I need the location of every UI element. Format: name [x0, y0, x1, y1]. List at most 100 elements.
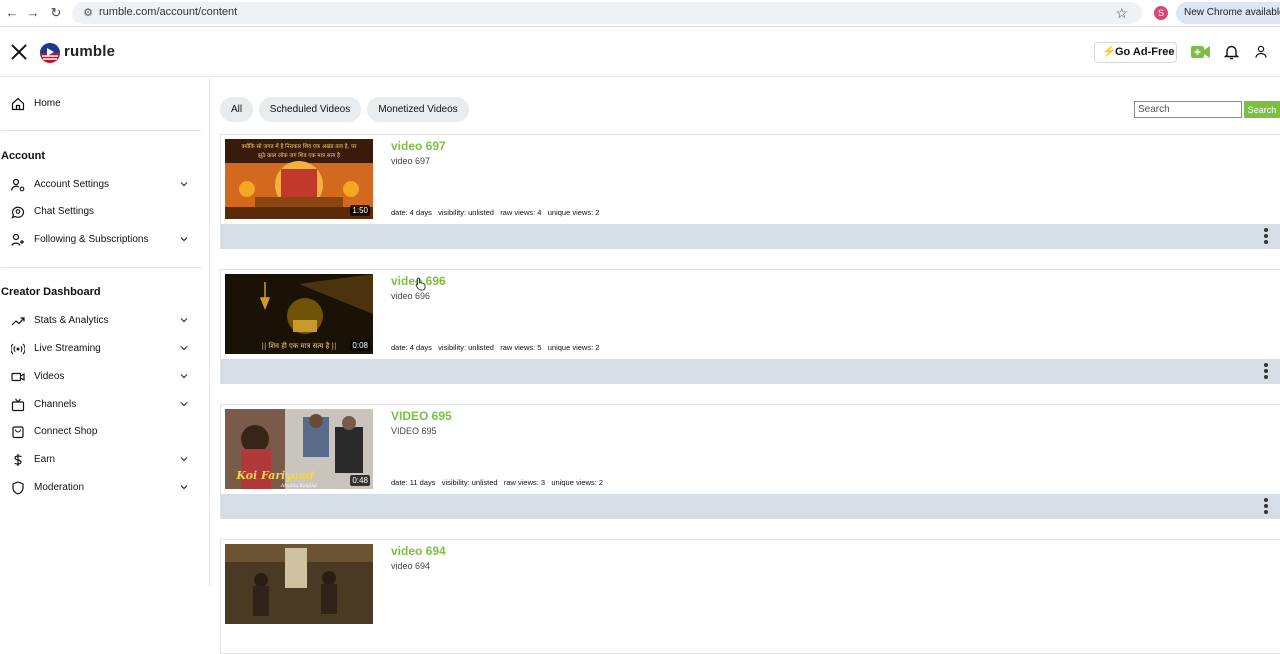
sidebar-item-connect-shop[interactable]: Connect Shop	[0, 422, 200, 442]
filter-monetized-button[interactable]: Monetized Videos	[367, 97, 469, 122]
video-duration: 1:50	[350, 205, 370, 216]
more-options-icon[interactable]	[1263, 498, 1269, 516]
video-actions-bar	[221, 494, 1280, 519]
video-description: VIDEO 695	[391, 426, 437, 436]
trending-icon	[11, 317, 25, 326]
sidebar-item-label: Home	[34, 98, 61, 109]
chevron-down-icon[interactable]	[178, 314, 190, 326]
sidebar-item-live-streaming[interactable]: Live Streaming	[0, 339, 200, 359]
site-header: rumble ⚡ Go Ad-Free	[0, 28, 1280, 77]
more-options-icon[interactable]	[1263, 363, 1269, 381]
sidebar-item-label: Chat Settings	[34, 206, 95, 217]
site-settings-icon[interactable]: ⚙	[81, 6, 95, 20]
video-title-link[interactable]: video 697	[391, 139, 446, 153]
chevron-down-icon[interactable]	[178, 453, 190, 465]
forward-icon[interactable]: →	[25, 5, 41, 21]
lightning-icon: ⚡	[1102, 46, 1116, 58]
chrome-update-button[interactable]: New Chrome available	[1176, 2, 1280, 24]
video-actions-bar	[221, 359, 1280, 384]
close-icon[interactable]	[11, 44, 27, 60]
shield-icon	[12, 481, 24, 495]
notifications-bell-icon[interactable]	[1224, 44, 1239, 60]
sidebar-item-label: Account Settings	[34, 179, 110, 190]
thumbnail-caption: Koi Fariyaad	[235, 469, 314, 482]
user-settings-icon	[11, 178, 25, 192]
thumbnail-credit: Arunita Kanjilal	[280, 483, 317, 489]
sidebar-item-label: Following & Subscriptions	[34, 234, 149, 245]
chevron-down-icon[interactable]	[178, 178, 190, 190]
sidebar-item-following-subscriptions[interactable]: Following & Subscriptions	[0, 230, 200, 250]
video-row: क्योंकि सो जगत में है निराकार शिव एक अखं…	[220, 134, 1280, 249]
go-ad-free-label: Go Ad-Free	[1115, 46, 1175, 58]
sidebar-item-home[interactable]: Home	[0, 94, 200, 114]
user-plus-icon	[11, 233, 24, 246]
browser-toolbar: ← → ↻ ⚙ rumble.com/account/content ☆ S N…	[0, 0, 1280, 27]
video-row: video 694 video 694	[220, 539, 1280, 654]
bookmark-star-icon[interactable]: ☆	[1115, 5, 1128, 21]
sidebar-item-earn[interactable]: Earn	[0, 450, 200, 470]
video-duration: 0:08	[350, 340, 370, 351]
video-description: video 697	[391, 156, 431, 166]
video-thumbnail[interactable]: Koi Fariyaad Arunita Kanjilal 0:48	[225, 409, 373, 489]
sidebar-item-label: Connect Shop	[34, 426, 98, 437]
logo-text[interactable]: rumble	[64, 43, 115, 60]
content-area: All Scheduled Videos Monetized Videos Se…	[211, 78, 1280, 654]
shop-icon	[12, 426, 24, 439]
filter-scheduled-button[interactable]: Scheduled Videos	[259, 97, 361, 122]
profile-avatar[interactable]: S	[1154, 6, 1168, 20]
thumbnail-caption-line2: झूठे काल लोक जग शिव एक मात्र सत्य है	[258, 152, 340, 159]
chevron-down-icon[interactable]	[178, 233, 190, 245]
address-bar[interactable]: ⚙ rumble.com/account/content ☆	[72, 2, 1142, 24]
video-row: || शिव ही एक मात्र सत्य है || 0:08 video…	[220, 269, 1280, 384]
sidebar-item-account-settings[interactable]: Account Settings	[0, 175, 200, 195]
chat-settings-icon	[11, 206, 25, 219]
sidebar-item-label: Earn	[34, 454, 56, 465]
video-meta: date: 11 days visibility: unlisted raw v…	[391, 478, 604, 487]
hand-cursor-icon	[415, 277, 426, 291]
video-row: Koi Fariyaad Arunita Kanjilal 0:48 VIDEO…	[220, 404, 1280, 519]
video-thumbnail[interactable]	[225, 544, 373, 624]
chevron-down-icon[interactable]	[178, 342, 190, 354]
sidebar-item-label: Stats & Analytics	[34, 315, 109, 326]
sidebar-item-chat-settings[interactable]: Chat Settings	[0, 202, 200, 222]
account-user-icon[interactable]	[1255, 45, 1267, 58]
thumbnail-image	[225, 544, 373, 624]
sidebar-item-channels[interactable]: Channels	[0, 395, 200, 415]
thumbnail-caption: || शिव ही एक मात्र सत्य है ||	[262, 341, 337, 350]
filter-all-button[interactable]: All	[220, 97, 253, 122]
sidebar-item-label: Moderation	[34, 482, 85, 493]
upload-video-icon[interactable]	[1191, 45, 1210, 59]
reload-icon[interactable]: ↻	[48, 5, 64, 21]
chevron-down-icon[interactable]	[178, 481, 190, 493]
more-options-icon[interactable]	[1263, 228, 1269, 246]
video-thumbnail[interactable]: || शिव ही एक मात्र सत्य है || 0:08	[225, 274, 373, 354]
sidebar-divider	[1, 267, 201, 268]
sidebar-item-moderation[interactable]: Moderation	[0, 478, 200, 498]
video-description: video 696	[391, 291, 431, 301]
account-heading: Account	[1, 150, 45, 162]
sidebar: Home Account Account Settings Chat Setti…	[0, 78, 210, 586]
video-duration: 0:48	[350, 475, 370, 486]
home-icon	[11, 97, 25, 111]
search-input[interactable]	[1134, 101, 1242, 118]
go-ad-free-button[interactable]: ⚡ Go Ad-Free	[1094, 42, 1177, 63]
sidebar-item-label: Videos	[34, 371, 65, 382]
creator-dashboard-heading: Creator Dashboard	[1, 286, 101, 298]
rumble-logo-icon[interactable]	[39, 42, 61, 64]
sidebar-item-stats-analytics[interactable]: Stats & Analytics	[0, 311, 200, 331]
sidebar-item-videos[interactable]: Videos	[0, 367, 200, 387]
back-icon[interactable]: ←	[4, 5, 20, 21]
video-description: video 694	[391, 561, 431, 571]
url-text: rumble.com/account/content	[99, 6, 238, 18]
video-actions-bar	[221, 224, 1280, 249]
chevron-down-icon[interactable]	[178, 398, 190, 410]
search-button[interactable]: Search	[1244, 101, 1280, 118]
sidebar-item-label: Live Streaming	[34, 343, 101, 354]
video-thumbnail[interactable]: क्योंकि सो जगत में है निराकार शिव एक अखं…	[225, 139, 373, 219]
video-title-link[interactable]: VIDEO 695	[391, 409, 452, 423]
channel-icon	[11, 398, 25, 412]
video-meta: date: 4 days visibility: unlisted raw vi…	[391, 343, 600, 352]
broadcast-icon	[11, 343, 25, 355]
video-title-link[interactable]: video 694	[391, 544, 446, 558]
chevron-down-icon[interactable]	[178, 370, 190, 382]
